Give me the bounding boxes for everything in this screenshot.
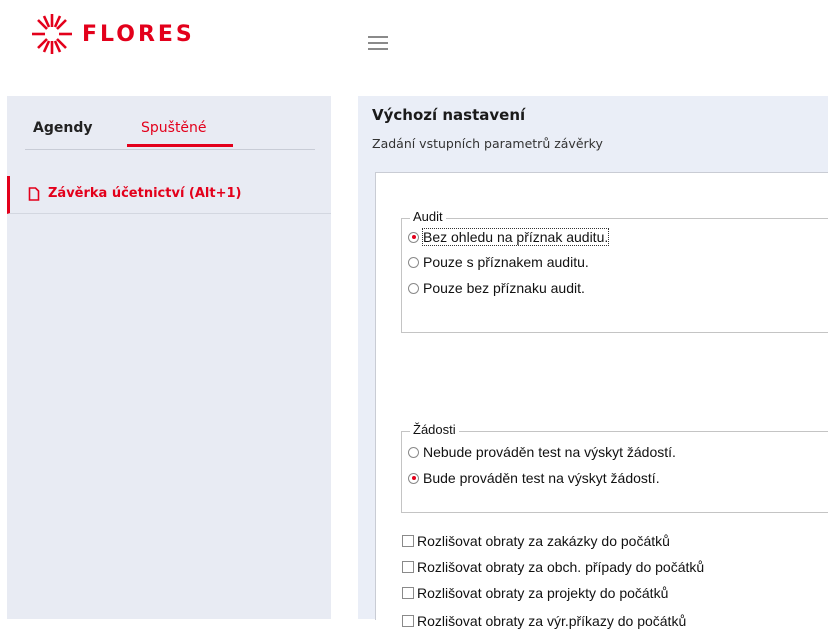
tab-agendy[interactable]: Agendy xyxy=(33,120,92,136)
checkbox-icon xyxy=(402,615,414,627)
checkbox-label: Rozlišovat obraty za zakázky do počátků xyxy=(417,533,670,549)
radio-unselected-icon xyxy=(408,282,419,294)
sidebar-item-zaverka[interactable]: Závěrka účetnictví (Alt+1) xyxy=(7,176,331,214)
settings-panel: Audit Bez ohledu na příznak auditu. Pouz… xyxy=(375,172,828,629)
sidebar-item-label: Závěrka účetnictví (Alt+1) xyxy=(48,186,242,201)
document-icon xyxy=(28,187,40,201)
checkbox-zakazky[interactable]: Rozlišovat obraty za zakázky do počátků xyxy=(402,533,670,549)
hamburger-icon[interactable] xyxy=(368,36,388,50)
active-tab-indicator xyxy=(127,144,233,147)
radio-label: Nebude prováděn test na výskyt žádostí. xyxy=(423,444,676,460)
checkbox-icon xyxy=(402,561,414,573)
radio-selected-icon xyxy=(408,231,419,243)
content-frame: Audit Bez ohledu na příznak auditu. Pouz… xyxy=(358,160,828,629)
radio-label: Pouze s příznakem auditu. xyxy=(423,254,589,270)
page-title: Výchozí nastavení xyxy=(372,106,526,124)
tab-spustene[interactable]: Spuštěné xyxy=(141,120,207,136)
radio-zadosti-no-test[interactable]: Nebude prováděn test na výskyt žádostí. xyxy=(408,444,676,460)
page-subtitle: Zadání vstupních parametrů závěrky xyxy=(372,136,603,151)
checkbox-label: Rozlišovat obraty za projekty do počátků xyxy=(417,585,669,601)
sidebar-tabs: Agendy Spuštěné xyxy=(7,96,315,152)
checkbox-icon xyxy=(402,535,414,547)
checkbox-projekty[interactable]: Rozlišovat obraty za projekty do počátků xyxy=(402,585,668,601)
sidebar: Agendy Spuštěné Závěrka účetnictví (Alt+… xyxy=(7,96,331,619)
flores-logo[interactable]: FLORES xyxy=(30,12,195,56)
checkbox-label: Rozlišovat obraty za obch. případy do po… xyxy=(417,559,705,575)
radio-label: Bude prováděn test na výskyt žádostí. xyxy=(423,470,660,486)
radio-label: Bez ohledu na příznak auditu. xyxy=(421,228,610,246)
sunburst-icon xyxy=(32,14,72,54)
radio-selected-icon xyxy=(408,472,419,484)
radio-audit-with[interactable]: Pouze s příznakem auditu. xyxy=(408,254,589,270)
radio-audit-without[interactable]: Pouze bez příznaku audit. xyxy=(408,280,585,296)
checkbox-label: Rozlišovat obraty za výr.příkazy do počá… xyxy=(417,613,687,629)
checkbox-icon xyxy=(402,587,414,599)
radio-unselected-icon xyxy=(408,256,419,268)
checkbox-obch-pripady[interactable]: Rozlišovat obraty za obch. případy do po… xyxy=(402,559,704,575)
brand-name: FLORES xyxy=(82,21,195,47)
radio-label: Pouze bez příznaku audit. xyxy=(423,280,585,296)
radio-audit-any[interactable]: Bez ohledu na příznak auditu. xyxy=(408,228,610,246)
main-header: Výchozí nastavení Zadání vstupních param… xyxy=(358,96,828,160)
radio-unselected-icon xyxy=(408,446,419,458)
zadosti-group: Žádosti Nebude prováděn test na výskyt ž… xyxy=(401,422,828,513)
zadosti-legend: Žádosti xyxy=(410,422,459,437)
radio-zadosti-test[interactable]: Bude prováděn test na výskyt žádostí. xyxy=(408,470,660,486)
checkbox-vyr-prikazy[interactable]: Rozlišovat obraty za výr.příkazy do počá… xyxy=(402,613,686,629)
tabs-divider xyxy=(25,149,315,150)
audit-legend: Audit xyxy=(410,209,446,224)
audit-group: Audit Bez ohledu na příznak auditu. Pouz… xyxy=(401,209,828,333)
top-bar: FLORES xyxy=(0,0,828,96)
